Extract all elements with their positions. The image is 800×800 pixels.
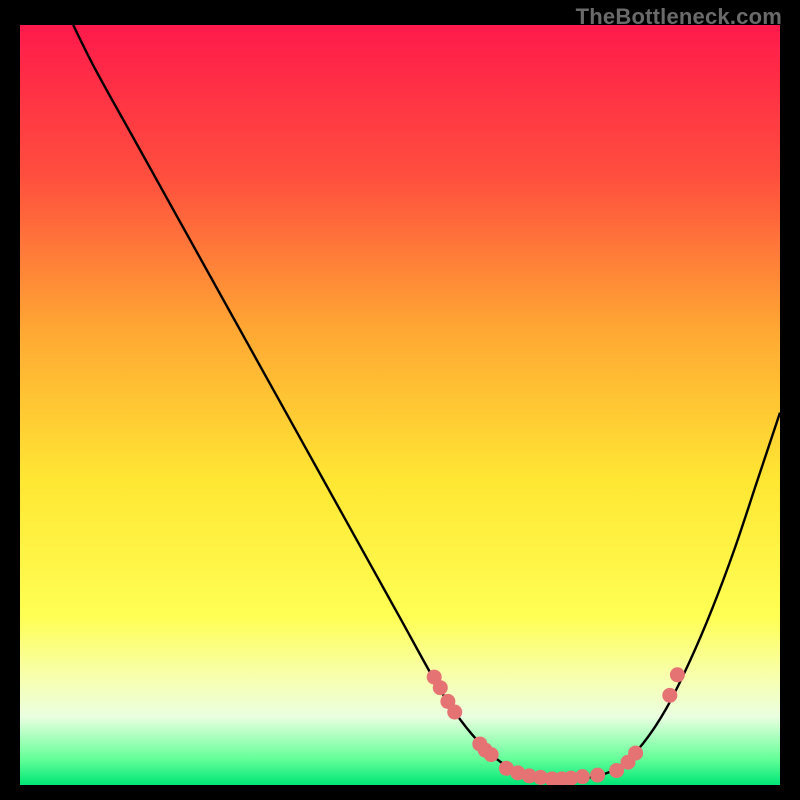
marker-dot xyxy=(670,667,685,682)
marker-dot xyxy=(433,680,448,695)
marker-dot xyxy=(628,746,643,761)
bottleneck-chart xyxy=(20,25,780,785)
marker-dot xyxy=(484,747,499,762)
marker-dot xyxy=(575,769,590,784)
marker-dot xyxy=(662,688,677,703)
marker-dot xyxy=(590,768,605,783)
marker-dot xyxy=(447,705,462,720)
chart-frame: TheBottleneck.com xyxy=(0,0,800,800)
watermark-text: TheBottleneck.com xyxy=(576,4,782,30)
